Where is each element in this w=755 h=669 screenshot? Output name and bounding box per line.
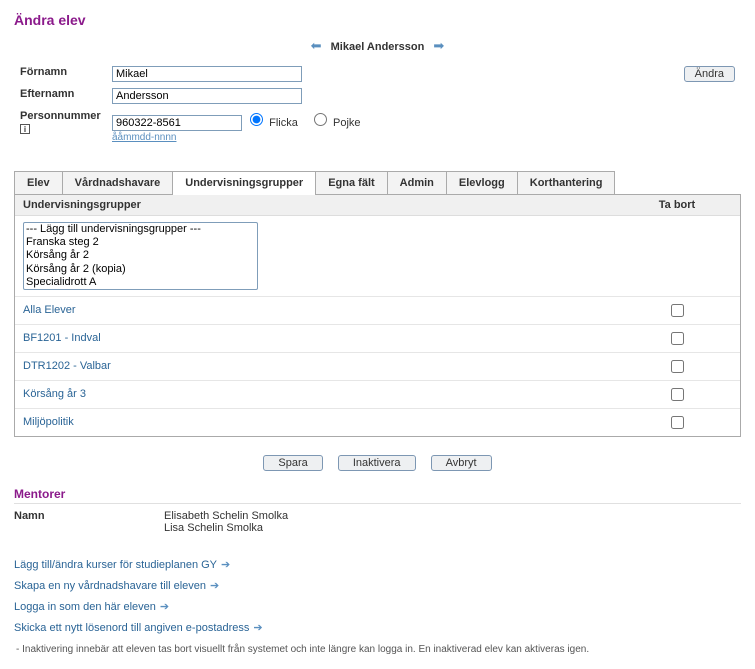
info-icon[interactable]: i (20, 124, 30, 134)
group-option[interactable]: Franska steg 2 (24, 236, 257, 249)
mentors-list: Elisabeth Schelin SmolkaLisa Schelin Smo… (164, 510, 741, 534)
action-link[interactable]: Skicka ett nytt lösenord till angiven e-… (14, 621, 263, 634)
page-title: Ändra elev (14, 12, 741, 28)
action-link[interactable]: Logga in som den här eleven➔ (14, 600, 169, 613)
pojke-radio-label[interactable]: Pojke (309, 117, 361, 129)
tab-elevlogg[interactable]: Elevlogg (446, 171, 518, 194)
prev-student-icon[interactable]: ⬅ (311, 38, 322, 53)
arrow-right-icon: ➔ (210, 580, 219, 592)
deactivate-button[interactable]: Inaktivera (338, 455, 416, 471)
table-row: Körsång år 3 (15, 381, 740, 409)
group-option[interactable]: --- Lägg till undervisningsgrupper --- (24, 223, 257, 236)
pojke-radio[interactable] (314, 113, 327, 126)
fornamn-input[interactable] (112, 66, 302, 82)
efternamn-input[interactable] (112, 88, 302, 104)
deactivate-note: Inaktivering innebär att eleven tas bort… (16, 644, 741, 655)
mentors-name-label: Namn (14, 510, 164, 534)
tab-elev[interactable]: Elev (14, 171, 63, 194)
tab-undervisningsgrupper[interactable]: Undervisningsgrupper (172, 171, 316, 194)
group-option[interactable]: Körsång år 2 (24, 249, 257, 262)
mentors-title: Mentorer (14, 487, 741, 504)
group-name: Körsång år 3 (23, 388, 622, 400)
remove-header: Ta bort (622, 199, 732, 211)
remove-checkbox[interactable] (671, 360, 684, 373)
personnummer-hint: ååmmdd-nnnn (112, 132, 176, 143)
group-option[interactable]: Specialidrott A (24, 276, 257, 289)
mentor-name: Lisa Schelin Smolka (164, 522, 741, 534)
group-name: Alla Elever (23, 304, 622, 316)
table-row: DTR1202 - Valbar (15, 353, 740, 381)
fornamn-label: Förnamn (16, 64, 106, 84)
groups-header: Undervisningsgrupper (23, 199, 622, 211)
tab-egna-f-lt[interactable]: Egna fält (315, 171, 387, 194)
efternamn-label: Efternamn (16, 86, 106, 106)
tab-korthantering[interactable]: Korthantering (517, 171, 616, 194)
groups-panel: Undervisningsgrupper Ta bort --- Lägg ti… (14, 195, 741, 437)
personnummer-input[interactable] (112, 115, 242, 131)
personnummer-label: Personnummer i (16, 108, 106, 145)
student-nav: ⬅ Mikael Andersson ➡ (14, 38, 741, 54)
remove-checkbox[interactable] (671, 332, 684, 345)
arrow-right-icon: ➔ (221, 559, 230, 571)
group-name: DTR1202 - Valbar (23, 360, 622, 372)
table-row: BF1201 - Indval (15, 325, 740, 353)
table-row: Alla Elever (15, 297, 740, 325)
arrow-right-icon: ➔ (253, 622, 262, 634)
flicka-radio[interactable] (250, 113, 263, 126)
arrow-right-icon: ➔ (160, 601, 169, 613)
links-block: Lägg till/ändra kurser för studieplanen … (14, 554, 741, 638)
mentor-name: Elisabeth Schelin Smolka (164, 510, 741, 522)
cancel-button[interactable]: Avbryt (431, 455, 492, 471)
action-bar: Spara Inaktivera Avbryt (14, 455, 741, 471)
tab-admin[interactable]: Admin (387, 171, 447, 194)
table-row: Miljöpolitik (15, 409, 740, 436)
action-link[interactable]: Skapa en ny vårdnadshavare till eleven➔ (14, 579, 219, 592)
student-form: Förnamn Ändra Efternamn Personnummer i F… (14, 62, 741, 147)
action-link[interactable]: Lägg till/ändra kurser för studieplanen … (14, 558, 230, 571)
tab-bar: ElevVårdnadshavareUndervisningsgrupperEg… (14, 171, 741, 195)
group-name: BF1201 - Indval (23, 332, 622, 344)
save-button[interactable]: Spara (263, 455, 322, 471)
group-name: Miljöpolitik (23, 416, 622, 428)
student-name: Mikael Andersson (331, 41, 425, 53)
remove-checkbox[interactable] (671, 304, 684, 317)
group-option[interactable]: Körsång år 2 (kopia) (24, 263, 257, 276)
tab-v-rdnadshavare[interactable]: Vårdnadshavare (62, 171, 174, 194)
andra-button[interactable]: Ändra (684, 66, 735, 82)
remove-checkbox[interactable] (671, 388, 684, 401)
group-select[interactable]: --- Lägg till undervisningsgrupper ---Fr… (23, 222, 258, 290)
remove-checkbox[interactable] (671, 416, 684, 429)
flicka-radio-label[interactable]: Flicka (245, 117, 298, 129)
next-student-icon[interactable]: ➡ (433, 38, 444, 53)
